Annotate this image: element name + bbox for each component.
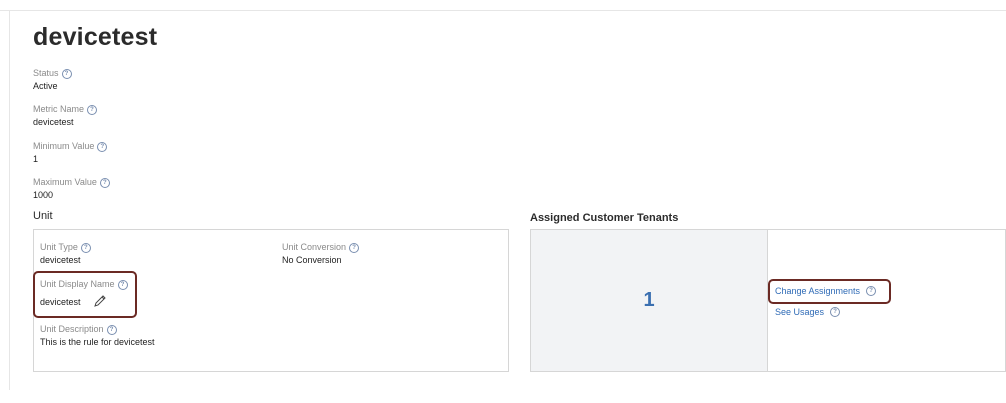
unit-heading: Unit xyxy=(33,210,53,222)
unit-description-value: This is the rule for devicetest xyxy=(40,337,155,347)
help-icon[interactable]: ? xyxy=(97,141,108,152)
help-icon[interactable]: ? xyxy=(99,177,110,188)
status-value: Active xyxy=(33,81,58,91)
help-icon[interactable]: ? xyxy=(106,324,117,335)
change-assignments-highlight xyxy=(768,279,891,304)
unit-description-label: Unit Description xyxy=(40,324,104,334)
maximum-value-value: 1000 xyxy=(33,190,54,200)
unit-description-field: Unit Description? This is the rule for d… xyxy=(40,324,155,348)
minimum-value-field: Minimum Value? 1 xyxy=(33,141,108,165)
status-field: Status? Active xyxy=(33,68,72,92)
help-icon[interactable]: ? xyxy=(349,242,360,253)
left-divider xyxy=(9,10,10,390)
help-icon[interactable]: ? xyxy=(830,307,841,317)
maximum-value-field: Maximum Value? 1000 xyxy=(33,177,110,201)
unit-conversion-value: No Conversion xyxy=(282,255,342,265)
unit-conversion-field: Unit Conversion? No Conversion xyxy=(282,242,360,266)
tenant-count-box: 1 xyxy=(531,230,768,371)
unit-type-field: Unit Type? devicetest xyxy=(40,242,91,266)
see-usages-label: See Usages xyxy=(775,307,825,317)
see-usages-link[interactable]: See Usages ? xyxy=(775,307,841,317)
help-icon[interactable]: ? xyxy=(80,242,91,253)
unit-conversion-label: Unit Conversion xyxy=(282,242,347,252)
minimum-value-label: Minimum Value xyxy=(33,141,95,151)
tenant-count: 1 xyxy=(643,289,655,311)
metric-name-label: Metric Name xyxy=(33,104,85,114)
metric-name-value: devicetest xyxy=(33,117,74,127)
minimum-value-value: 1 xyxy=(33,154,39,164)
unit-type-value: devicetest xyxy=(40,255,81,265)
top-divider xyxy=(0,10,1006,11)
help-icon[interactable]: ? xyxy=(61,68,72,79)
unit-type-label: Unit Type xyxy=(40,242,78,252)
help-icon[interactable]: ? xyxy=(87,104,98,115)
metric-name-field: Metric Name? devicetest xyxy=(33,104,98,128)
page-title: devicetest xyxy=(33,23,158,51)
maximum-value-label: Maximum Value xyxy=(33,177,97,187)
tenants-heading: Assigned Customer Tenants xyxy=(530,212,679,224)
status-label: Status xyxy=(33,68,59,78)
display-name-highlight xyxy=(33,271,137,318)
